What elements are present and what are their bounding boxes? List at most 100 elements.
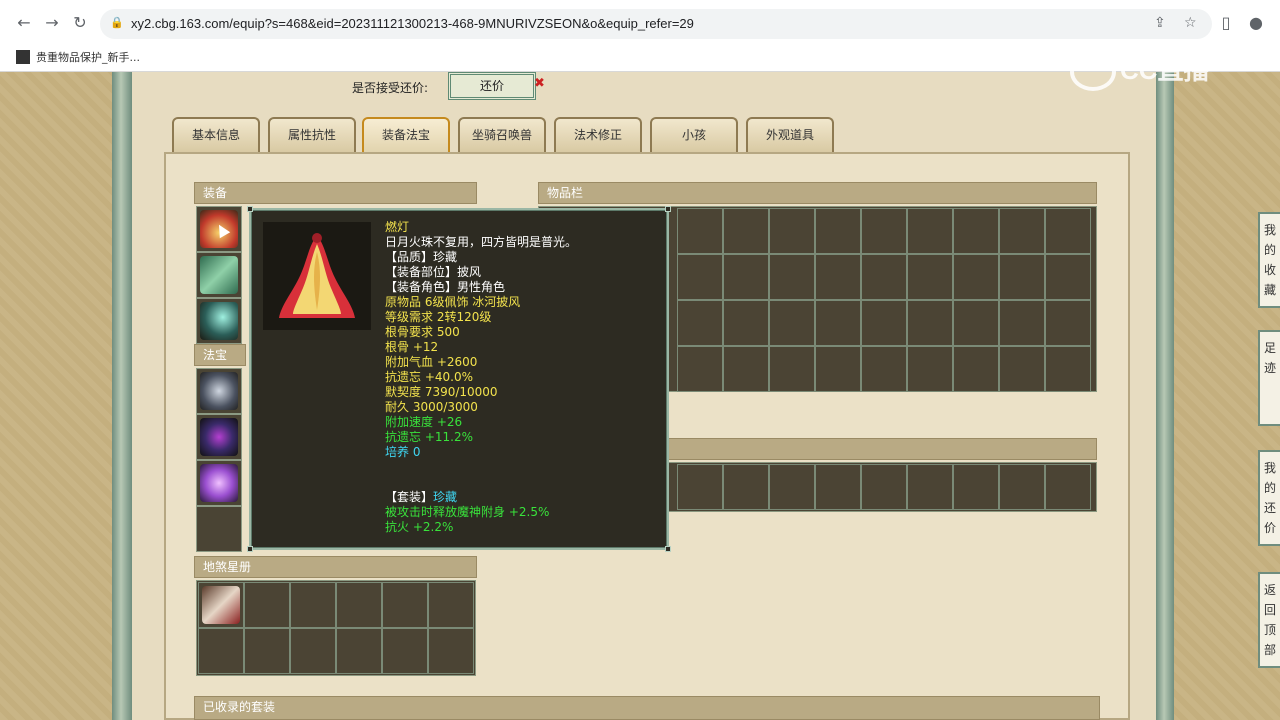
disha-cell[interactable] [336,628,382,674]
inventory-cell[interactable] [815,300,861,346]
share-icon[interactable]: ⇪ [1154,15,1166,31]
inventory-cell[interactable] [953,254,999,300]
disha-cell[interactable] [290,582,336,628]
item-set: 【套装】珍藏 [385,490,665,505]
storage-cell[interactable] [815,464,861,510]
sidebar-icon[interactable]: ▯ [1216,13,1236,33]
disha-cell[interactable] [290,628,336,674]
back-icon[interactable]: ← [14,13,34,33]
inventory-cell[interactable] [769,208,815,254]
storage-cell[interactable] [769,464,815,510]
inventory-cell[interactable] [907,254,953,300]
fabao-header: 法宝 [194,344,246,366]
inventory-cell[interactable] [677,254,723,300]
close-icon[interactable]: ✖ [534,76,545,91]
fabao-slot-2[interactable] [196,414,242,460]
tab-spell-mod[interactable]: 法术修正 [554,117,642,153]
tooltip-text: 燃灯 日月火珠不复用，四方皆明是普光。 【品质】珍藏 【装备部位】披风 【装备角… [385,220,665,535]
inventory-cell[interactable] [677,208,723,254]
item-durability: 耐久 3000/3000 [385,400,478,414]
inventory-cell[interactable] [861,346,907,392]
fabao-slot-3[interactable] [196,460,242,506]
star-icon[interactable]: ☆ [1184,15,1197,31]
haggle-label: 是否接受还价: [352,81,429,95]
equip-slot-2[interactable] [196,252,242,298]
storage-cell[interactable] [907,464,953,510]
inventory-cell[interactable] [953,346,999,392]
inventory-cell[interactable] [861,254,907,300]
back-to-top-button[interactable]: 返回顶部 [1258,572,1280,668]
storage-cell[interactable] [723,464,769,510]
fabao-slot-4[interactable] [196,506,242,552]
tab-basic-info[interactable]: 基本信息 [172,117,260,153]
inventory-cell[interactable] [953,300,999,346]
haggle-button[interactable]: 还价 [448,72,536,100]
disha-cell[interactable] [198,582,244,628]
storage-cell[interactable] [861,464,907,510]
item-bone: 根骨 +12 [385,340,439,354]
disha-cell[interactable] [382,582,428,628]
fabao-slot-1[interactable] [196,368,242,414]
inventory-cell[interactable] [1045,208,1091,254]
forward-icon[interactable]: → [42,13,62,33]
tab-equip-fabao[interactable]: 装备法宝 [362,117,450,153]
disha-grid [196,580,476,676]
inventory-cell[interactable] [723,346,769,392]
disha-cell[interactable] [244,582,290,628]
whip-icon [200,372,238,410]
inventory-cell[interactable] [1045,254,1091,300]
tab-child[interactable]: 小孩 [650,117,738,153]
equip-slot-3[interactable] [196,298,242,344]
inventory-cell[interactable] [907,346,953,392]
cc-logo-icon [1070,53,1116,92]
storage-cell[interactable] [999,464,1045,510]
profile-icon[interactable]: ● [1246,13,1266,33]
inventory-cell[interactable] [769,346,815,392]
inventory-cell[interactable] [861,208,907,254]
disha-cell[interactable] [198,628,244,674]
inventory-cell[interactable] [999,300,1045,346]
inventory-cell[interactable] [815,208,861,254]
tooltip-spacer [385,460,665,490]
my-haggle-button[interactable]: 我的还价 [1258,450,1280,546]
disha-cell[interactable] [382,628,428,674]
pendant-icon [200,302,238,340]
inventory-cell[interactable] [723,300,769,346]
item-image [263,222,371,330]
disha-cell[interactable] [336,582,382,628]
address-bar[interactable]: 🔒 xy2.cbg.163.com/equip?s=468&eid=202311… [100,9,1212,39]
disha-cell[interactable] [244,628,290,674]
inventory-cell[interactable] [723,208,769,254]
disha-cell[interactable] [428,628,474,674]
inventory-cell[interactable] [999,208,1045,254]
inventory-cell[interactable] [953,208,999,254]
my-favorites-button[interactable]: 我的收藏 [1258,212,1280,308]
inventory-cell[interactable] [815,346,861,392]
inventory-cell[interactable] [815,254,861,300]
item-desc: 日月火珠不复用，四方皆明是普光。 [385,235,578,249]
inventory-cell[interactable] [677,346,723,392]
inventory-cell[interactable] [999,346,1045,392]
inventory-cell[interactable] [1045,346,1091,392]
tab-mounts-pets[interactable]: 坐骑召唤兽 [458,117,546,153]
tab-appearance[interactable]: 外观道具 [746,117,834,153]
inventory-cell[interactable] [769,300,815,346]
inventory-cell[interactable] [999,254,1045,300]
disha-header: 地煞星册 [194,556,477,578]
inventory-cell[interactable] [769,254,815,300]
footprint-button[interactable]: 足迹 [1258,330,1280,426]
storage-cell[interactable] [677,464,723,510]
inventory-cell[interactable] [1045,300,1091,346]
tab-attributes[interactable]: 属性抗性 [268,117,356,153]
storage-cell[interactable] [953,464,999,510]
reload-icon[interactable]: ↻ [70,13,90,33]
storage-cell[interactable] [1045,464,1091,510]
inventory-cell[interactable] [907,300,953,346]
inventory-cell[interactable] [907,208,953,254]
inventory-cell[interactable] [861,300,907,346]
bookmark-item[interactable]: 贵重物品保护_新手... [16,49,140,65]
inventory-cell[interactable] [723,254,769,300]
cape-icon [279,233,355,318]
inventory-cell[interactable] [677,300,723,346]
disha-cell[interactable] [428,582,474,628]
